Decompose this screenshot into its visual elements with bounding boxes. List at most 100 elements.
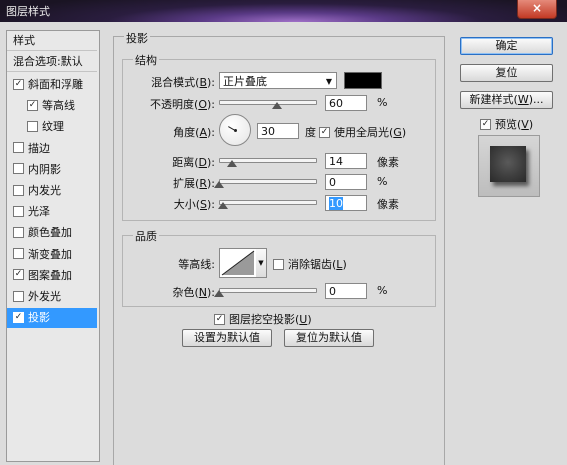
drop-shadow-panel: 投影 结构 混合模式(B): 正片叠底 ▼ 不透明度(O): 60 % 角度(A… <box>113 30 445 465</box>
anti-alias-label: 消除锯齿(L) <box>288 258 347 271</box>
opacity-slider[interactable] <box>219 100 317 105</box>
make-default-button[interactable]: 设置为默认值 <box>182 329 272 347</box>
window-title: 图层样式 <box>6 5 50 18</box>
angle-dial[interactable] <box>219 114 251 146</box>
style-list-item-label: 内发光 <box>28 184 61 197</box>
style-list-item-label: 投影 <box>28 311 50 325</box>
checkbox-box[interactable] <box>13 184 24 196</box>
noise-slider-thumb[interactable] <box>214 290 224 297</box>
style-list-item[interactable]: ✓ 斜面和浮雕 <box>7 75 97 95</box>
style-list: 样式 混合选项:默认 ✓ 斜面和浮雕 ✓ 等高线纹理描边内阴影内发光光泽颜色叠加渐变叠… <box>6 30 100 462</box>
shadow-color-swatch[interactable] <box>344 72 382 89</box>
size-input[interactable]: 10 <box>325 195 367 211</box>
opacity-input[interactable]: 60 <box>325 95 367 111</box>
checkbox-box <box>273 258 284 270</box>
style-list-item-label: 光泽 <box>28 205 50 219</box>
contour-picker[interactable] <box>219 248 257 278</box>
spread-unit: % <box>377 175 388 188</box>
new-style-button[interactable]: 新建样式(W)... <box>460 91 553 109</box>
spread-slider-thumb[interactable] <box>214 181 224 188</box>
noise-input[interactable]: 0 <box>325 283 367 299</box>
style-list-item-label: 颜色叠加 <box>28 226 72 240</box>
checkbox-box[interactable] <box>13 226 24 238</box>
knockout-label: 图层挖空投影(U) <box>229 313 312 326</box>
title-bar[interactable]: 图层样式 × <box>0 0 567 22</box>
spread-slider[interactable] <box>219 179 317 184</box>
chevron-down-icon: ▼ <box>258 259 264 267</box>
quality-group: 品质 等高线: ▼ 消除锯齿(L) 杂色(N): 0 % <box>122 228 436 307</box>
style-list-item[interactable]: 光泽 <box>7 202 97 222</box>
check-icon[interactable]: ✓ <box>13 78 24 90</box>
angle-input[interactable]: 30 <box>257 123 299 139</box>
blend-mode-select[interactable]: 正片叠底 ▼ <box>219 72 337 89</box>
preview-checkbox[interactable]: ✓ 预览(V) <box>480 116 533 132</box>
size-unit: 像素 <box>377 198 399 211</box>
distance-label: 距离(D): <box>172 156 215 169</box>
style-list-item-label: 纹理 <box>42 120 64 134</box>
style-list-item-label: 等高线 <box>42 99 75 113</box>
style-list-item[interactable]: 外发光 <box>7 287 97 307</box>
check-icon[interactable]: ✓ <box>27 99 38 111</box>
check-icon[interactable]: ✓ <box>13 311 24 323</box>
spread-input[interactable]: 0 <box>325 174 367 190</box>
style-list-item[interactable]: ✓ 等高线 <box>7 96 97 116</box>
contour-dropdown[interactable]: ▼ <box>256 248 267 278</box>
check-icon: ✓ <box>480 118 491 130</box>
quality-title: 品质 <box>133 228 159 244</box>
contour-preview-icon <box>221 250 255 276</box>
knockout-checkbox[interactable]: ✓ 图层挖空投影(U) <box>214 311 312 327</box>
size-label: 大小(S): <box>173 198 215 211</box>
style-list-item-label: 斜面和浮雕 <box>28 78 83 91</box>
style-list-item[interactable]: 纹理 <box>7 117 97 137</box>
reset-button[interactable]: 复位 <box>460 64 553 82</box>
opacity-slider-thumb[interactable] <box>271 102 282 109</box>
reset-to-default-button[interactable]: 复位为默认值 <box>284 329 374 347</box>
use-global-light-label: 使用全局光(G) <box>334 126 407 139</box>
style-list-item[interactable]: ✓ 投影 <box>7 308 97 329</box>
anti-alias-checkbox[interactable]: 消除锯齿(L) <box>273 256 347 272</box>
size-slider-thumb[interactable] <box>217 202 228 209</box>
checkbox-box[interactable] <box>27 120 38 132</box>
preview-thumbnail <box>490 146 526 182</box>
structure-group: 结构 混合模式(B): 正片叠底 ▼ 不透明度(O): 60 % 角度(A): … <box>122 52 436 221</box>
structure-title: 结构 <box>133 52 159 68</box>
style-list-item[interactable]: 描边 <box>7 139 97 159</box>
style-list-item[interactable]: ✓ 图案叠加 <box>7 266 97 286</box>
style-list-item-label: 描边 <box>28 141 50 155</box>
use-global-light-checkbox[interactable]: ✓ 使用全局光(G) <box>319 124 406 140</box>
distance-unit: 像素 <box>377 156 399 169</box>
checkbox-box[interactable] <box>13 290 24 302</box>
distance-slider-thumb[interactable] <box>227 160 238 167</box>
style-list-item-label: 图案叠加 <box>28 268 72 282</box>
checkbox-box[interactable] <box>13 163 24 175</box>
style-list-item[interactable]: 内发光 <box>7 181 97 201</box>
style-list-item[interactable]: 颜色叠加 <box>7 223 97 243</box>
checkbox-box[interactable] <box>13 205 24 217</box>
distance-input[interactable]: 14 <box>325 153 367 169</box>
blending-options-item[interactable]: 混合选项:默认 <box>7 52 97 72</box>
noise-unit: % <box>377 284 388 297</box>
checkbox-box[interactable] <box>13 142 24 154</box>
check-icon[interactable]: ✓ <box>13 269 24 281</box>
section-title: 投影 <box>124 30 150 46</box>
style-list-header[interactable]: 样式 <box>7 31 97 51</box>
preview-label: 预览(V) <box>495 118 534 131</box>
noise-label: 杂色(N): <box>172 286 215 299</box>
check-icon: ✓ <box>214 313 225 325</box>
size-slider[interactable] <box>219 200 317 205</box>
style-list-item[interactable]: 渐变叠加 <box>7 245 97 265</box>
opacity-label: 不透明度(O): <box>150 98 215 111</box>
contour-label: 等高线: <box>178 258 215 271</box>
style-list-item-label: 外发光 <box>28 290 61 303</box>
spread-label: 扩展(R): <box>173 177 215 190</box>
chevron-down-icon: ▼ <box>325 77 332 86</box>
style-list-item[interactable]: 内阴影 <box>7 160 97 180</box>
close-icon: × <box>531 1 543 15</box>
close-button[interactable]: × <box>517 0 557 19</box>
noise-slider[interactable] <box>219 288 317 293</box>
ok-button[interactable]: 确定 <box>460 37 553 55</box>
angle-unit: 度 <box>305 126 316 139</box>
style-list-item-label: 渐变叠加 <box>28 247 72 261</box>
checkbox-box[interactable] <box>13 248 24 260</box>
size-input-value: 10 <box>329 197 343 210</box>
